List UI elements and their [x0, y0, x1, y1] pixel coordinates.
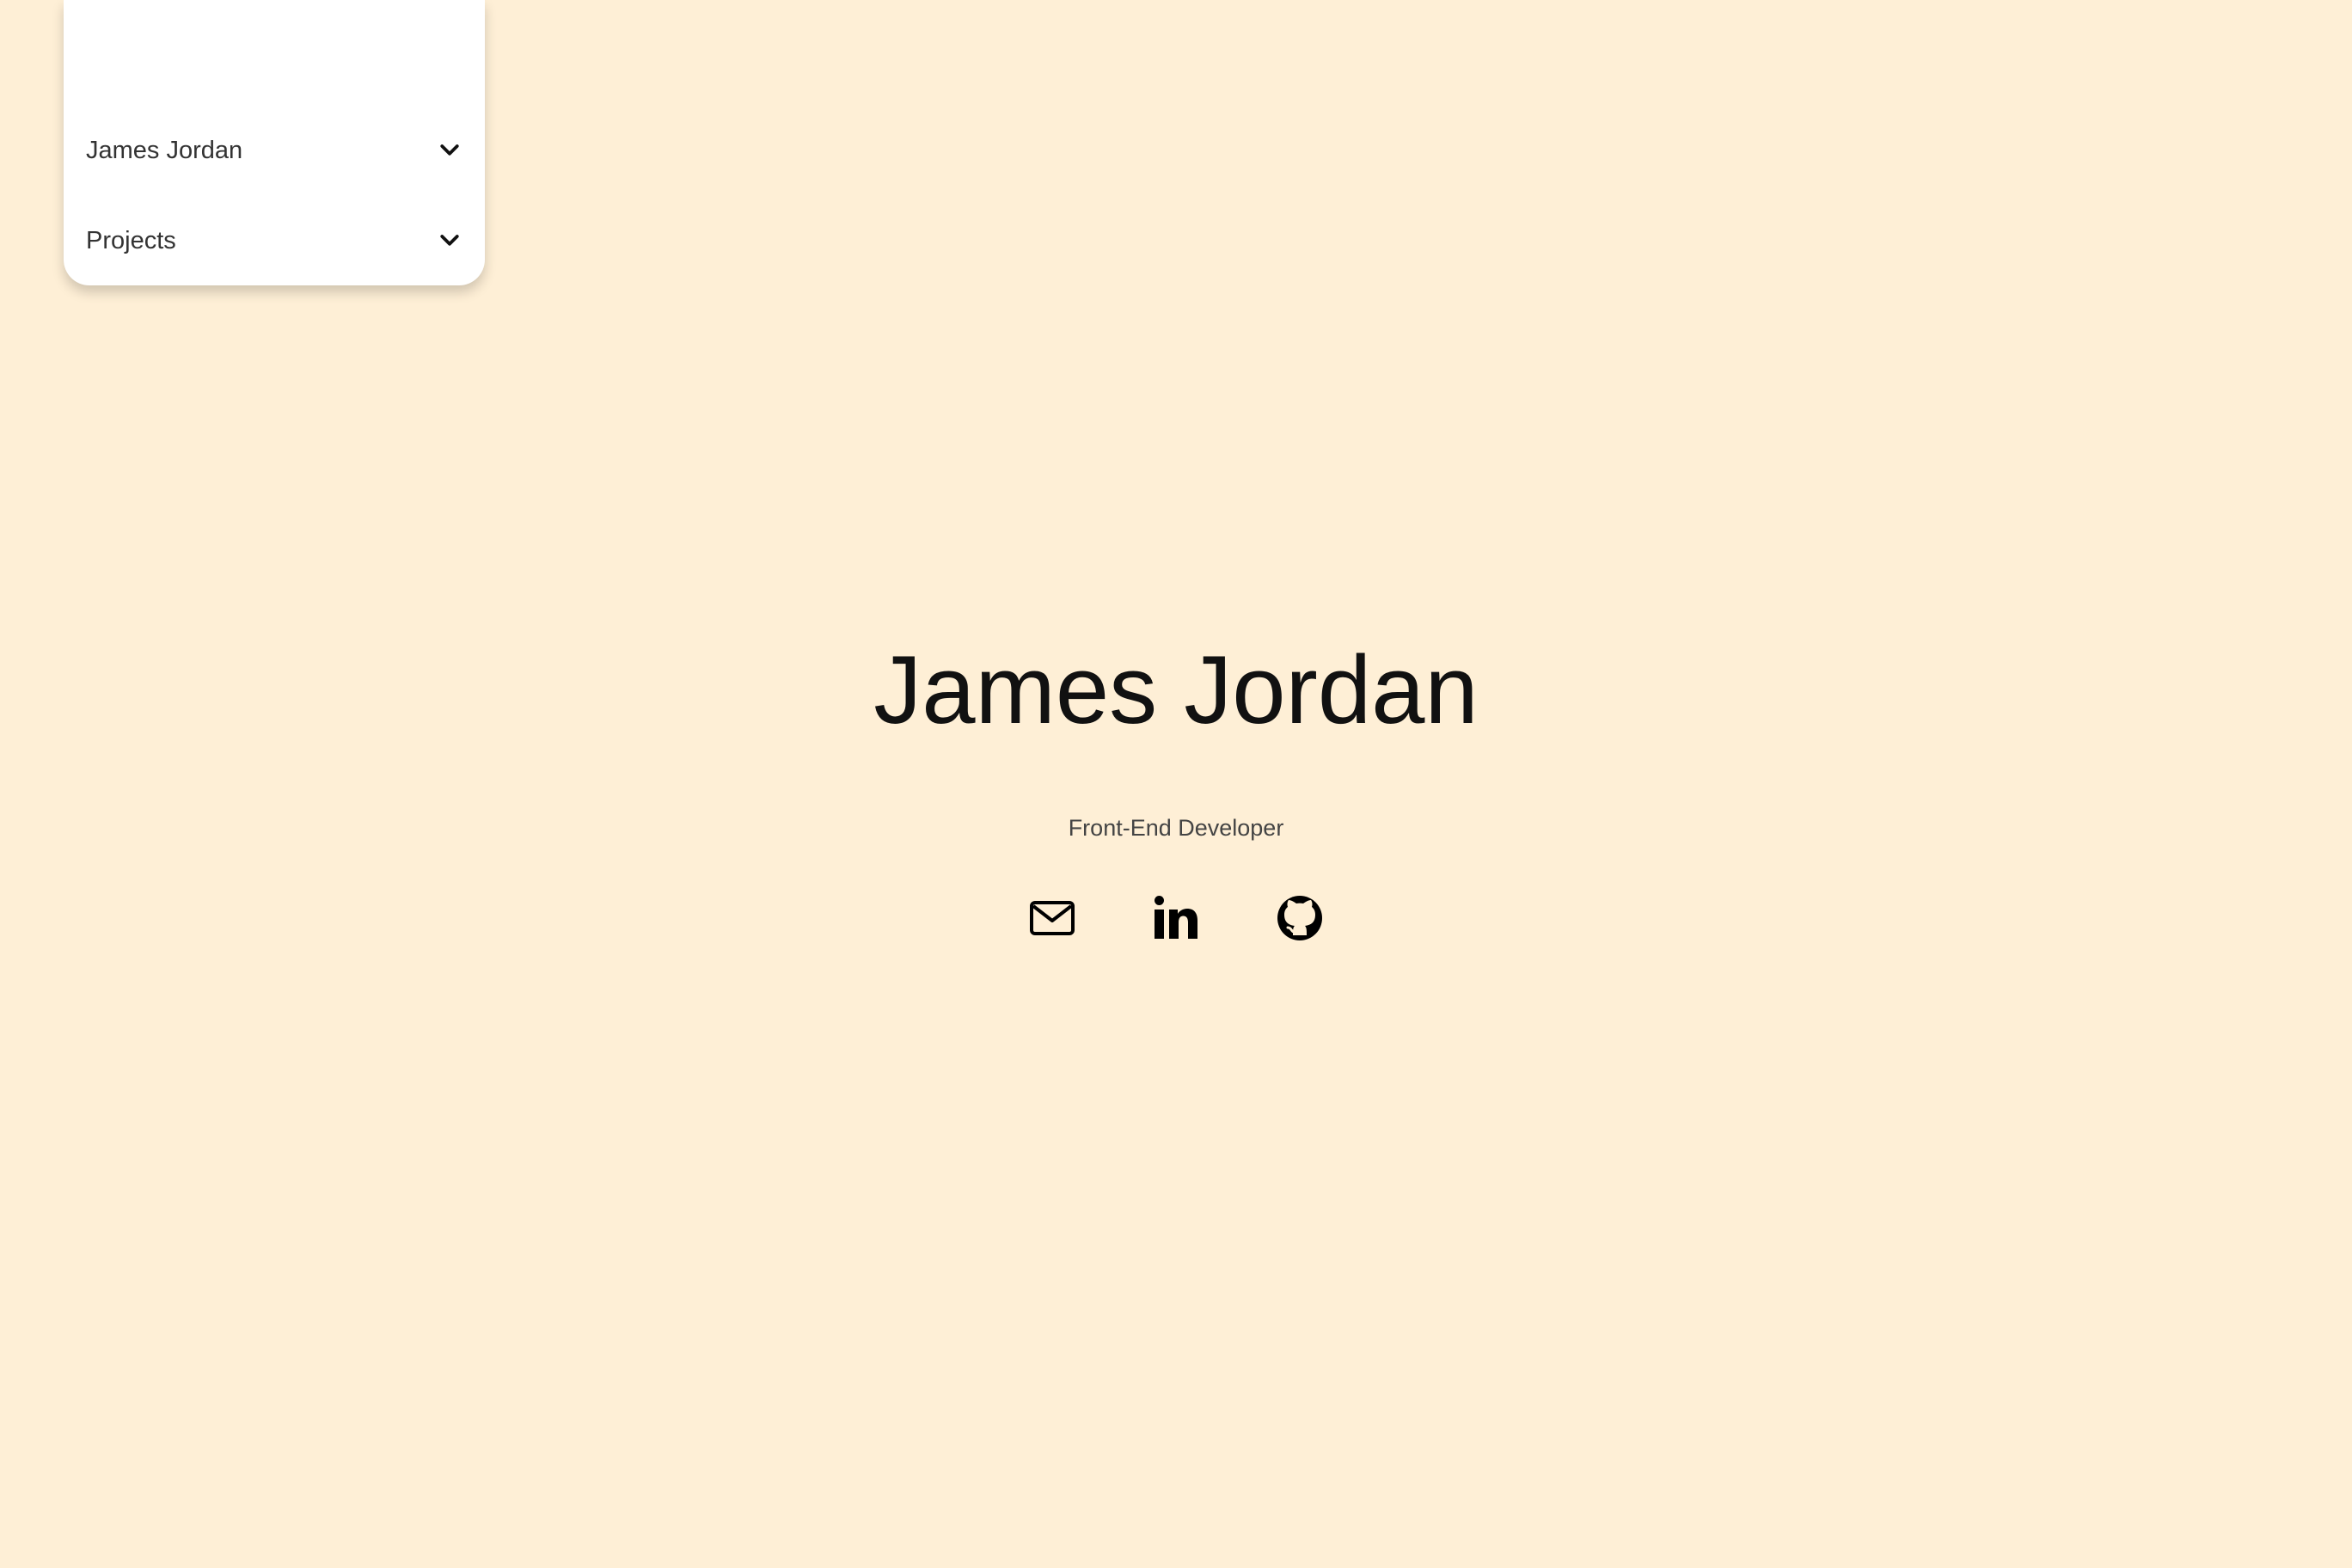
hero-section: James Jordan Front-End Developer	[0, 0, 2352, 1568]
social-links	[0, 894, 2352, 942]
mail-icon	[1030, 901, 1075, 935]
email-link[interactable]	[1028, 894, 1076, 942]
github-icon	[1277, 896, 1322, 940]
linkedin-icon	[1155, 896, 1197, 939]
job-title: Front-End Developer	[1068, 815, 1284, 841]
linkedin-link[interactable]	[1152, 894, 1200, 942]
github-link[interactable]	[1276, 894, 1324, 942]
page-title: James Jordan	[873, 636, 1479, 744]
